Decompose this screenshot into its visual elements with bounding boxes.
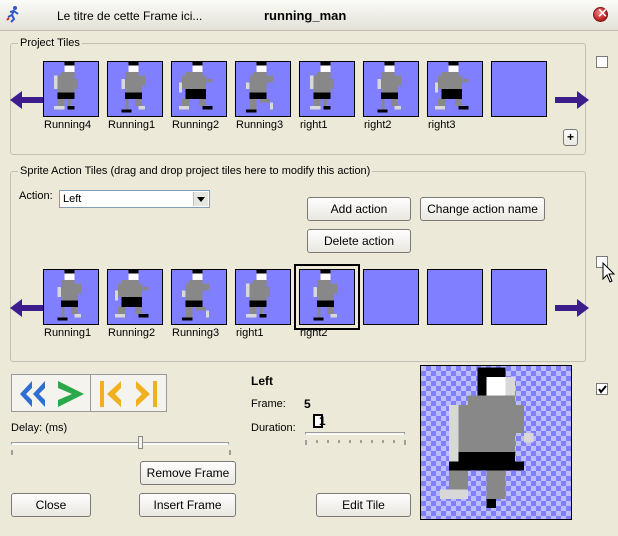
edit-tile-button[interactable]: Edit Tile: [316, 493, 411, 517]
window-caption: Le titre de cette Frame ici...: [57, 9, 203, 23]
project-tiles-scroll-left-arrow-icon[interactable]: [10, 91, 44, 109]
project-tile[interactable]: [427, 61, 483, 117]
project-tile[interactable]: [299, 61, 355, 117]
running-man-preview-sprite: [439, 367, 534, 509]
delay-slider-thumb[interactable]: [138, 436, 143, 449]
running-man-sprite-icon: [310, 62, 334, 110]
action-tile-label: Running2: [108, 327, 156, 339]
action-tile-label: Running3: [172, 327, 220, 339]
duration-label: Duration:: [251, 422, 296, 434]
delay-slider-ticks: [11, 450, 231, 455]
last-frame-icon[interactable]: [131, 380, 161, 408]
action-select[interactable]: Left: [59, 190, 210, 208]
action-tile[interactable]: [235, 269, 291, 325]
close-window-button[interactable]: [593, 6, 608, 22]
action-label: Action:: [19, 190, 53, 202]
first-frame-icon[interactable]: [97, 380, 127, 408]
insert-frame-button[interactable]: Insert Frame: [139, 493, 236, 517]
frame-nav-button-group: [90, 374, 167, 412]
duration-value: 1: [319, 414, 326, 428]
running-man-sprite-icon: [246, 270, 270, 318]
project-tile-label: right3: [428, 119, 456, 131]
project-tile-label: Running2: [172, 119, 220, 131]
chevron-down-icon: [197, 197, 205, 202]
running-man-sprite-icon: [434, 62, 469, 110]
running-man-sprite-icon: [114, 270, 149, 318]
play-icon[interactable]: [56, 380, 86, 408]
project-tile[interactable]: [171, 61, 227, 117]
project-tile[interactable]: [235, 61, 291, 117]
frame-label: Frame:: [251, 398, 286, 410]
playback-button-group: [11, 374, 92, 412]
project-tile[interactable]: [363, 61, 419, 117]
project-tile[interactable]: [491, 61, 547, 117]
action-tile-label: right2: [300, 327, 328, 339]
action-tiles-scroll-right-arrow-icon[interactable]: [555, 299, 589, 317]
mouse-cursor-icon: [602, 262, 615, 283]
running-man-app-icon: [6, 6, 19, 23]
action-tile-label: Running1: [44, 327, 92, 339]
action-tile[interactable]: [294, 264, 360, 330]
running-man-sprite-icon: [246, 62, 274, 113]
action-tiles-scroll-left-arrow-icon[interactable]: [10, 299, 44, 317]
running-man-sprite-icon: [121, 62, 146, 113]
project-tiles-scroll-right-arrow-icon[interactable]: [555, 91, 589, 109]
project-tile-label: Running3: [236, 119, 284, 131]
action-tile[interactable]: [43, 269, 99, 325]
project-tiles-legend: Project Tiles: [18, 37, 82, 49]
duration-slider-track[interactable]: [305, 432, 405, 435]
add-project-tile-button[interactable]: +: [563, 129, 578, 146]
project-tile[interactable]: [43, 61, 99, 117]
action-select-value: Left: [63, 193, 82, 205]
running-man-sprite-icon: [182, 270, 210, 321]
delay-label: Delay: (ms): [11, 422, 68, 434]
running-man-sprite-icon: [377, 62, 402, 113]
window-title: running_man: [264, 8, 347, 23]
running-man-sprite-icon: [54, 62, 78, 110]
action-tile[interactable]: [363, 269, 419, 325]
project-tile-label: right2: [364, 119, 392, 131]
action-tiles-legend: Sprite Action Tiles (drag and drop proje…: [18, 165, 373, 177]
action-select-dropdown-button[interactable]: [193, 192, 208, 206]
frame-number: 5: [304, 397, 311, 411]
delete-action-button[interactable]: Delete action: [307, 229, 411, 253]
action-tile[interactable]: [171, 269, 227, 325]
action-tile-label: right1: [236, 327, 264, 339]
action-tile[interactable]: [491, 269, 547, 325]
delay-slider-track[interactable]: [11, 442, 229, 445]
running-man-sprite-icon: [313, 270, 338, 321]
project-tile-label: Running4: [44, 119, 92, 131]
add-action-button[interactable]: Add action: [307, 197, 411, 221]
running-man-sprite-icon: [57, 270, 82, 321]
action-tile[interactable]: [107, 269, 163, 325]
remove-frame-button[interactable]: Remove Frame: [140, 461, 236, 485]
project-tile-label: right1: [300, 119, 328, 131]
checkmark-icon: [598, 385, 607, 394]
close-button[interactable]: Close: [11, 493, 91, 517]
running-man-sprite-icon: [178, 62, 213, 110]
action-tile[interactable]: [427, 269, 483, 325]
current-action-name: Left: [251, 374, 273, 388]
duration-slider-ticks: [305, 440, 406, 445]
project-tile-label: Running1: [108, 119, 156, 131]
project-tile[interactable]: [107, 61, 163, 117]
rewind-icon[interactable]: [18, 380, 48, 408]
frame-preview: [420, 365, 572, 520]
project-tiles-checkbox[interactable]: [596, 56, 608, 68]
preview-checkbox[interactable]: [596, 383, 608, 395]
change-action-name-button[interactable]: Change action name: [420, 197, 545, 221]
